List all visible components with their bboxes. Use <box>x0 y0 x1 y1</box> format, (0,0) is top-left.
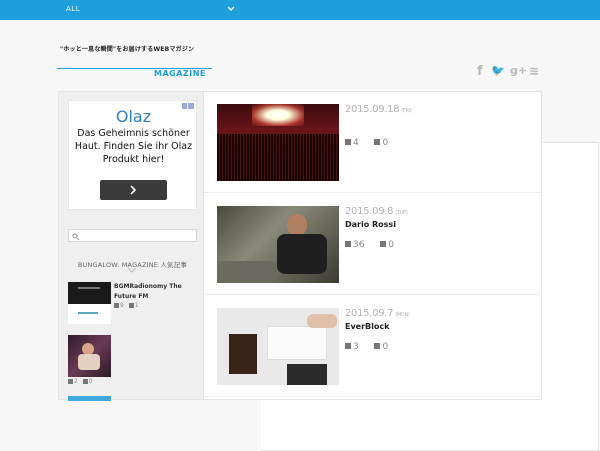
comment-icon <box>374 139 381 145</box>
ad-copy: Das Geheimnis schöner Haut. Finden Sie i… <box>74 128 193 165</box>
post-date: 2015.09.7 (MON) <box>345 308 410 319</box>
comment-icon <box>380 241 387 247</box>
post-date-text: 2015.09.7 <box>345 308 394 319</box>
post-date: 2015.09.18 (FRI) <box>345 104 412 115</box>
post-image-everblock[interactable] <box>217 308 339 385</box>
post-date-text: 2015.09.8 <box>345 206 394 217</box>
like-count: 3 <box>353 342 359 352</box>
top-nav-bar: ALL <box>0 0 600 20</box>
popular-item-title[interactable]: BGMRadionomy The Future FM <box>114 282 198 302</box>
post-list: 2015.09.18 (FRI) 4 0 2015.09.8 (TUE) Dario… <box>204 91 542 400</box>
twitter-icon[interactable]: 🐦 <box>491 64 505 77</box>
post-date-text: 2015.09.18 <box>345 104 400 115</box>
post-day-of-week: (FRI) <box>401 108 412 114</box>
drummer-head <box>287 214 307 236</box>
like-icon <box>345 241 351 247</box>
post-stats: 4 0 <box>345 138 388 148</box>
popular-thumbnail[interactable] <box>68 396 111 401</box>
post-image-drummer[interactable] <box>217 206 339 283</box>
crowd <box>217 134 339 181</box>
category-select-label[interactable]: ALL <box>66 5 80 13</box>
like-count: 36 <box>353 240 365 250</box>
comment-count: 0 <box>382 342 389 352</box>
post-title[interactable]: EverBlock <box>345 322 389 331</box>
drum-kit <box>217 261 277 283</box>
post-image-concert[interactable] <box>217 104 339 181</box>
googleplus-icon[interactable]: g+ <box>510 64 527 77</box>
comment-icon <box>374 343 381 349</box>
thumb-lower-panel <box>68 304 111 324</box>
chevron-down-icon[interactable] <box>226 4 236 14</box>
ad-next-button[interactable] <box>100 180 167 200</box>
hand <box>307 314 337 328</box>
rss-icon[interactable]: ≋ <box>529 64 539 78</box>
sidebar: Olaz Das Geheimnis schöner Haut. Finden … <box>58 91 204 401</box>
drummer-body <box>277 234 327 274</box>
popular-item-stats: 9 1 <box>114 302 139 309</box>
stage-lights <box>252 104 304 126</box>
search-icon <box>72 233 80 241</box>
post-day-of-week: (MON) <box>395 312 410 318</box>
search-input[interactable] <box>68 229 197 242</box>
ad-banner[interactable]: Olaz Das Geheimnis schöner Haut. Finden … <box>68 100 197 210</box>
popular-section-title: BUNGALOW. MAGAZINE 人気記事 <box>68 259 197 273</box>
like-icon <box>114 303 119 308</box>
facebook-icon[interactable]: f <box>477 64 483 79</box>
like-count: 2 <box>74 378 78 385</box>
chevron-right-icon <box>130 185 137 195</box>
like-count: 9 <box>120 302 124 309</box>
comment-icon <box>128 303 134 308</box>
comment-count: 0 <box>388 240 394 250</box>
site-tagline: "ホッと一息な瞬間"をお届けするWEBマガジン <box>60 46 195 53</box>
thumb-line <box>78 287 100 289</box>
like-icon <box>345 343 351 349</box>
popular-item-stats: 2 0 <box>68 378 93 385</box>
white-block <box>267 326 327 360</box>
comment-count: 0 <box>382 138 389 148</box>
triangle-down-icon <box>128 268 136 273</box>
comment-count: 1 <box>134 302 139 309</box>
base-block <box>287 364 327 385</box>
post-stats: 36 0 <box>345 240 394 250</box>
post-date: 2015.09.8 (TUE) <box>345 206 408 217</box>
post-stats: 3 0 <box>345 342 388 352</box>
comment-count: 0 <box>88 378 93 385</box>
site-header: "ホッと一息な瞬間"をお届けするWEBマガジン BUNGALOW. MAGAZI… <box>0 20 600 451</box>
post-title[interactable]: Dario Rossi <box>345 220 396 229</box>
ad-brand: Olaz <box>115 107 152 126</box>
popular-thumbnail[interactable] <box>68 282 111 324</box>
logo-sub-text: MAGAZINE <box>154 69 206 78</box>
post-card[interactable]: 2015.09.18 (FRI) 4 0 <box>204 92 542 193</box>
comment-icon <box>82 379 88 384</box>
like-count: 4 <box>353 138 359 148</box>
popular-thumbnail[interactable] <box>68 335 111 377</box>
post-day-of-week: (TUE) <box>395 210 408 216</box>
like-icon <box>345 139 351 145</box>
post-card[interactable]: 2015.09.7 (MON) EverBlock 3 0 <box>204 296 542 397</box>
post-card[interactable]: 2015.09.8 (TUE) Dario Rossi 36 0 <box>204 194 542 295</box>
dark-block <box>229 334 257 374</box>
thumb-logo <box>78 312 98 314</box>
like-icon <box>68 379 73 384</box>
thumb-figure-body <box>78 354 100 370</box>
